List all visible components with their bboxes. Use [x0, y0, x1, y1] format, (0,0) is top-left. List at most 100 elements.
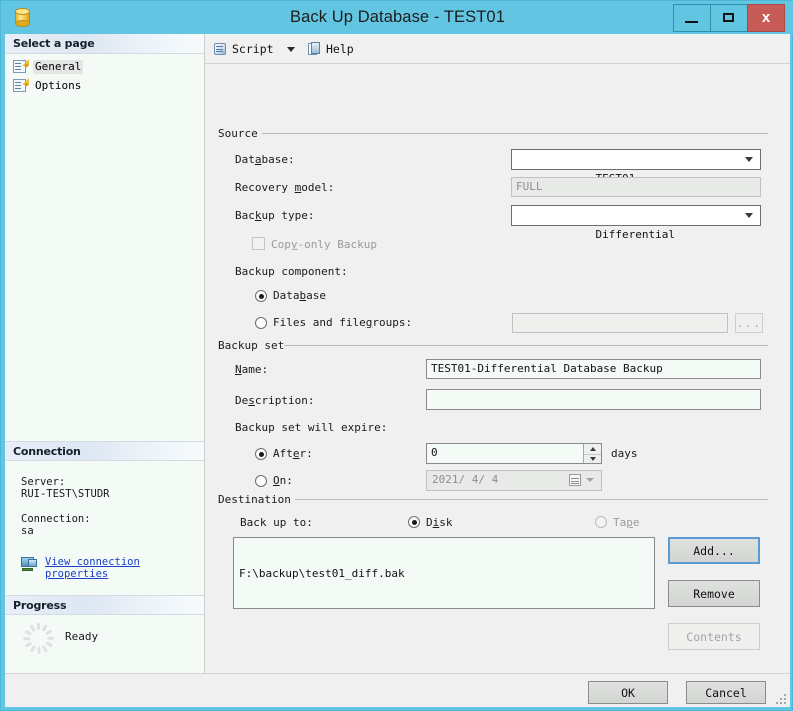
page-selector-sidebar: Select a page General Options Connection [5, 34, 205, 673]
add-button-label: Add... [693, 543, 735, 558]
close-button[interactable]: x [747, 4, 785, 32]
backup-name-input[interactable]: TEST01-Differential Database Backup [426, 359, 761, 379]
source-group-line [262, 133, 768, 134]
backup-database-dialog: Back Up Database - TEST01 x Select a pag… [0, 0, 793, 711]
list-item[interactable]: F:\backup\test01_diff.bak [239, 567, 649, 580]
destination-tape-radio [595, 516, 607, 528]
recovery-model-label: Recovery model: [235, 181, 335, 194]
progress-header-label: Progress [13, 599, 67, 612]
title-bar: Back Up Database - TEST01 x [1, 1, 793, 34]
script-button[interactable]: Script [213, 39, 274, 59]
destination-disk-radio[interactable] [408, 516, 420, 528]
backup-type-label: Backup type: [235, 209, 315, 222]
help-pages-icon [308, 41, 322, 57]
backup-description-label: Description: [235, 394, 315, 407]
select-a-page-label: Select a page [13, 37, 95, 50]
spinner-down-button[interactable] [584, 455, 601, 465]
connection-user-label: Connection: [21, 513, 91, 525]
chevron-down-icon [586, 478, 594, 482]
expire-after-label: After: [273, 447, 313, 460]
recovery-model-field: FULL [511, 177, 761, 197]
component-database-radio[interactable] [255, 290, 267, 302]
destination-group-line [295, 499, 768, 500]
component-files-radio[interactable] [255, 317, 267, 329]
resize-grip[interactable] [776, 694, 787, 705]
connection-header-label: Connection [13, 445, 81, 458]
script-dropdown-button[interactable] [287, 39, 295, 59]
destination-tape-label: Tape [613, 516, 640, 529]
backup-set-group-line [284, 345, 768, 346]
close-icon: x [761, 9, 771, 26]
dialog-footer: OK Cancel [5, 673, 790, 707]
sidebar-item-options-label: Options [35, 79, 82, 92]
days-label: days [611, 447, 638, 460]
connection-user-value: sa [21, 525, 34, 537]
expire-on-radio[interactable] [255, 475, 267, 487]
server-value: RUI-TEST\STUDR [21, 488, 110, 500]
contents-button: Contents [668, 623, 760, 650]
calendar-icon [569, 474, 581, 486]
expire-on-label: On: [273, 474, 293, 487]
remove-button[interactable]: Remove [668, 580, 760, 607]
files-browse-button: ... [735, 313, 763, 333]
add-button[interactable]: Add... [668, 537, 760, 564]
backup-description-input[interactable] [426, 389, 761, 410]
maximize-icon [723, 13, 734, 22]
general-page-panel: Source Database: TEST01 Recovery model: … [205, 64, 790, 673]
progress-spinner-icon [23, 623, 55, 654]
page-sheet-icon [13, 59, 29, 74]
spinner-up-button[interactable] [584, 444, 601, 455]
expire-after-value: 0 [431, 446, 438, 459]
backup-type-value: Differential [595, 228, 675, 241]
expire-on-value: 2021/ 4/ 4 [432, 473, 499, 486]
database-label: Database: [235, 153, 295, 166]
files-filegroups-field[interactable] [512, 313, 728, 333]
ok-button[interactable]: OK [588, 681, 668, 704]
spinner-buttons[interactable] [583, 444, 601, 463]
main-pane: Script Help Source Database: Recovery mo… [205, 34, 790, 673]
connection-properties-icon [21, 557, 39, 573]
help-button[interactable]: Help [308, 39, 354, 59]
backup-name-label: Name: [235, 363, 269, 376]
destination-disk-label: Disk [426, 516, 453, 529]
destination-path-listbox[interactable]: F:\backup\test01_diff.bak [233, 537, 655, 609]
page-sheet-icon [13, 78, 29, 93]
progress-section-header: Progress [5, 595, 204, 615]
backup-expire-label: Backup set will expire: [235, 421, 388, 434]
expire-on-datepicker[interactable]: 2021/ 4/ 4 [426, 470, 602, 491]
select-a-page-header: Select a page [5, 34, 204, 54]
backup-type-combobox[interactable]: Differential [511, 205, 761, 241]
chevron-down-icon [745, 213, 753, 218]
expire-after-radio[interactable] [255, 448, 267, 460]
chevron-down-icon [589, 457, 596, 462]
sidebar-item-options[interactable]: Options [13, 78, 83, 94]
chevron-down-icon [745, 157, 753, 162]
view-connection-properties-link[interactable]: View connection properties [45, 556, 165, 580]
backup-component-label: Backup component: [235, 265, 348, 278]
copy-only-backup-checkbox [252, 237, 265, 250]
source-group-title: Source [218, 127, 263, 140]
chevron-down-icon [287, 46, 295, 52]
minimize-icon [685, 21, 698, 23]
window-controls: x [673, 4, 785, 32]
window-frame: Back Up Database - TEST01 x Select a pag… [0, 0, 793, 711]
dialog-toolbar: Script Help [205, 34, 790, 64]
maximize-button[interactable] [710, 4, 748, 32]
expire-after-spinner[interactable]: 0 [426, 443, 602, 464]
back-up-to-label: Back up to: [240, 516, 313, 529]
server-label: Server: [21, 476, 66, 488]
sidebar-item-general[interactable]: General [13, 59, 84, 75]
cancel-button-label: Cancel [705, 685, 747, 700]
backup-set-group-title: Backup set [218, 339, 290, 352]
destination-group-title: Destination [218, 493, 296, 506]
chevron-up-icon [589, 446, 596, 451]
cancel-button[interactable]: Cancel [686, 681, 766, 704]
copy-only-backup-label: Copy-only Backup [271, 238, 377, 251]
database-combobox[interactable]: TEST01 [511, 149, 761, 185]
remove-button-label: Remove [693, 586, 735, 601]
contents-button-label: Contents [686, 629, 742, 644]
ok-button-label: OK [621, 685, 635, 700]
script-button-label: Script [232, 42, 274, 56]
connection-section-header: Connection [5, 441, 204, 461]
minimize-button[interactable] [673, 4, 711, 32]
